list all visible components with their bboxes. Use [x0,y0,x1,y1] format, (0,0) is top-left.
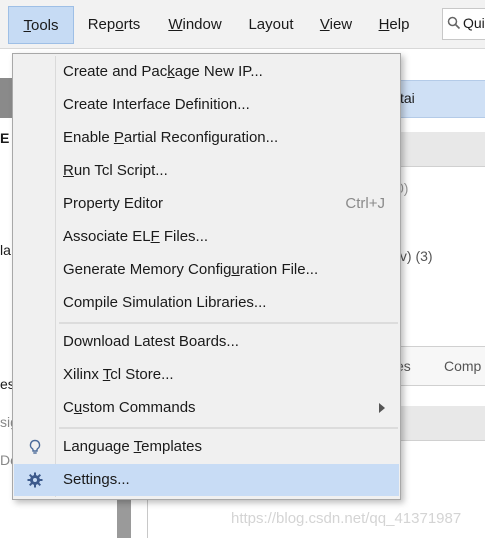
menu-item-associate-elf-files[interactable]: Associate ELF Files... [14,221,399,253]
menu-tools[interactable]: Tools [8,6,74,44]
menu-item-run-tcl-script[interactable]: Run Tcl Script... [14,155,399,187]
menu-item-enable-partial-reconfiguration[interactable]: Enable Partial Reconfiguration... [14,122,399,154]
menu-item-label: Settings... [63,471,130,488]
menu-item-custom-commands[interactable]: Custom Commands [14,392,399,424]
bg-section-bar-2 [400,406,485,441]
bg-left-text-1: E [0,130,10,146]
menu-item-language-templates[interactable]: Language Templates [14,431,399,463]
menubar: Tools Reports Window Layout View Help Qu… [0,0,485,49]
quick-access-search[interactable]: Qui [442,8,485,40]
menu-item-label: Run Tcl Script... [63,162,168,179]
menu-view[interactable]: View [314,6,358,44]
menu-reports[interactable]: Reports [78,6,150,44]
menu-item-xilinx-tcl-store[interactable]: Xilinx Tcl Store... [14,359,399,391]
menu-item-label: Enable Partial Reconfiguration... [63,129,279,146]
bg-divider [147,498,148,538]
menu-reports-label: Reports [87,16,141,33]
menu-item-label: Create Interface Definition... [63,96,250,113]
bg-right-text-2: .v) (3) [396,248,433,264]
search-icon [447,16,461,30]
menu-window-label: Window [168,16,222,33]
menu-layout[interactable]: Layout [242,6,300,44]
menu-item-compile-simulation-libraries[interactable]: Compile Simulation Libraries... [14,287,399,319]
menu-item-generate-memory-configuration[interactable]: Generate Memory Configuration File... [14,254,399,286]
menu-item-shortcut: Ctrl+J [345,195,385,212]
flow-header-text: tai [400,90,415,106]
menu-separator [59,427,398,429]
menu-item-label: Compile Simulation Libraries... [63,294,267,311]
bg-section-bar-1 [400,132,485,167]
menu-item-create-package-ip[interactable]: Create and Package New IP... [14,56,399,88]
submenu-arrow-icon [379,403,385,413]
menu-separator [59,322,398,324]
lightbulb-icon [26,438,44,456]
bg-left-text-2: la [0,242,11,258]
menu-window[interactable]: Window [162,6,228,44]
menu-view-label: View [319,16,353,33]
flow-navigator-header: tai [400,80,485,118]
menu-item-label: Download Latest Boards... [63,333,239,350]
menu-item-label: Property Editor [63,195,164,212]
menu-tools-label: Tools [23,17,59,34]
menu-item-label: Language Templates [63,438,203,455]
watermark-text: https://blog.csdn.net/qq_41371987 [231,510,462,527]
menu-help[interactable]: Help [372,6,416,44]
menu-help-label: Help [378,16,410,33]
menu-layout-label: Layout [248,16,294,33]
search-input-text: Qui [463,15,485,31]
gear-icon [26,471,44,489]
bg-tab-label-2[interactable]: Comp [444,358,481,374]
menu-item-label: Associate ELF Files... [63,228,209,245]
menu-item-label: Custom Commands [63,399,196,416]
bg-scrollbar[interactable] [117,498,131,538]
menu-item-label: Generate Memory Configuration File... [63,261,319,278]
menu-item-property-editor[interactable]: Property Editor Ctrl+J [14,188,399,220]
tools-dropdown-menu: Create and Package New IP... Create Inte… [12,53,401,500]
menu-item-create-interface-definition[interactable]: Create Interface Definition... [14,89,399,121]
menu-item-download-latest-boards[interactable]: Download Latest Boards... [14,326,399,358]
menu-item-label: Create and Package New IP... [63,63,263,80]
menu-item-settings[interactable]: Settings... [14,464,399,496]
menu-item-label: Xilinx Tcl Store... [63,366,174,383]
